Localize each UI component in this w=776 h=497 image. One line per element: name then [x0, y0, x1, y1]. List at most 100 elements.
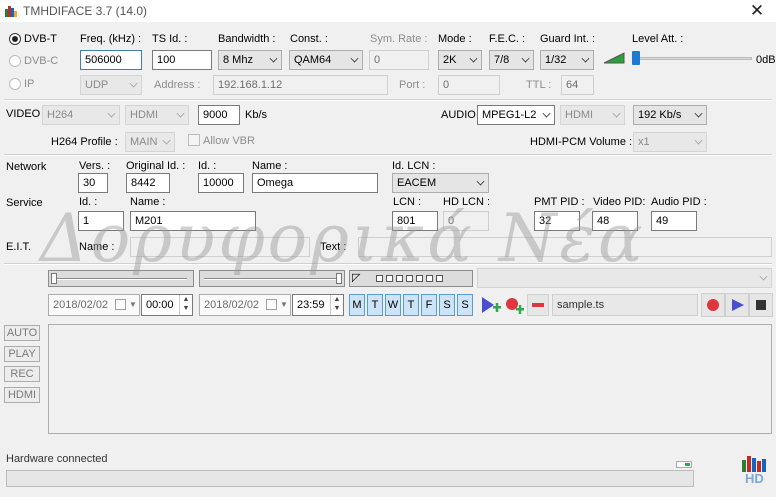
video-bitrate-input[interactable]: 9000: [198, 105, 240, 125]
lcn-input[interactable]: 801: [392, 211, 438, 231]
stop-icon: [756, 300, 766, 310]
freq-input[interactable]: 506000: [80, 50, 142, 70]
rec-button[interactable]: REC: [4, 366, 40, 382]
audio-pid-input[interactable]: 49: [651, 211, 697, 231]
eit-name-input[interactable]: [130, 237, 310, 257]
address-input[interactable]: 192.168.1.12: [213, 75, 388, 95]
log-area[interactable]: [48, 324, 772, 434]
service-name-input[interactable]: M201: [130, 211, 256, 231]
day-toggle-mon[interactable]: M: [349, 294, 365, 316]
record-add-icon: [506, 298, 524, 314]
hdmi-button[interactable]: HDMI: [4, 387, 40, 403]
auto-button[interactable]: AUTO: [4, 325, 40, 341]
calendar-checkbox[interactable]: [115, 299, 126, 310]
source-select[interactable]: [477, 268, 772, 288]
eit-label: E.I.T.: [6, 241, 32, 253]
mode-label: Mode :: [438, 33, 472, 45]
chevron-down-icon: [542, 109, 551, 118]
separator: [4, 99, 772, 101]
start-time-input[interactable]: 00:00 ▲ ▼: [141, 294, 193, 316]
day-toggle-thu[interactable]: T: [403, 294, 419, 316]
ttl-label: TTL :: [526, 79, 552, 91]
network-vers-input[interactable]: 30: [78, 173, 108, 193]
stop-button[interactable]: [749, 293, 773, 317]
day-toggle-sun[interactable]: S: [457, 294, 473, 316]
allow-vbr-checkbox[interactable]: [188, 134, 200, 146]
dvbt-radio[interactable]: [9, 33, 21, 45]
seek-slider[interactable]: [48, 270, 194, 287]
audio-bitrate-select[interactable]: 192 Kb/s: [633, 105, 707, 125]
hd-lcn-label: HD LCN :: [443, 196, 491, 208]
fec-select[interactable]: 7/8: [489, 50, 534, 70]
dvbt-label: DVB-T: [24, 33, 57, 45]
video-input-select[interactable]: HDMI: [125, 105, 189, 125]
close-icon[interactable]: ✕: [746, 2, 768, 20]
minus-icon: [532, 303, 544, 307]
guard-select[interactable]: 1/32: [540, 50, 594, 70]
day-toggle-wed[interactable]: W: [385, 294, 401, 316]
record-schedule-button[interactable]: [503, 294, 525, 316]
chevron-down-icon: [269, 54, 278, 63]
ip-radio[interactable]: [9, 78, 21, 90]
chevron-down-icon: [612, 109, 621, 118]
dvbc-radio[interactable]: [9, 55, 21, 67]
chevron-down-icon: [129, 79, 138, 88]
symrate-input[interactable]: 0: [369, 50, 429, 70]
h264-profile-select[interactable]: MAIN: [125, 132, 175, 152]
const-select[interactable]: QAM64: [289, 50, 363, 70]
ip-label: IP: [24, 78, 35, 90]
day-toggle-tue[interactable]: T: [367, 294, 383, 316]
pmt-pid-input[interactable]: 32: [534, 211, 580, 231]
hd-lcn-input[interactable]: 0: [443, 211, 489, 231]
port-input[interactable]: 0: [438, 75, 500, 95]
play-icon: [732, 299, 744, 311]
original-id-input[interactable]: 8442: [126, 173, 170, 193]
id-lcn-select[interactable]: EACEM: [392, 173, 489, 193]
chevron-down-icon[interactable]: ▼: [280, 299, 288, 310]
spinner-icon[interactable]: ▲ ▼: [330, 295, 343, 315]
mode-select[interactable]: 2K: [438, 50, 482, 70]
day-toggle-fri[interactable]: F: [421, 294, 437, 316]
play-button[interactable]: [725, 293, 749, 317]
add-schedule-button[interactable]: [480, 294, 502, 316]
ttl-input[interactable]: 64: [561, 75, 594, 95]
ip-proto-select[interactable]: UDP: [80, 75, 142, 95]
eit-name-label: Name :: [79, 241, 115, 253]
chevron-down-icon[interactable]: ▼: [129, 299, 137, 310]
bandwidth-select[interactable]: 8 Mhz: [218, 50, 282, 70]
hdmi-pcm-volume-label: HDMI-PCM Volume :: [530, 136, 633, 148]
level-slider-thumb[interactable]: [632, 51, 640, 65]
network-name-input[interactable]: Omega: [252, 173, 378, 193]
status-text: Hardware connected: [6, 453, 108, 465]
end-date-input[interactable]: 2018/02/02 ▼: [199, 294, 291, 316]
audio-input-select[interactable]: HDMI: [560, 105, 625, 125]
play-mode-button[interactable]: PLAY: [4, 346, 40, 362]
service-id-input[interactable]: 1: [78, 211, 124, 231]
range-thumb[interactable]: [336, 273, 342, 284]
hdmi-pcm-volume-select[interactable]: x1: [633, 132, 707, 152]
audio-codec-select[interactable]: MPEG1-L2: [477, 105, 555, 125]
guard-label: Guard Int. :: [540, 33, 596, 45]
video-codec-select[interactable]: H264: [42, 105, 120, 125]
network-id-label: Id. :: [198, 160, 217, 172]
range-slider[interactable]: [199, 270, 345, 287]
allow-vbr-label: Allow VBR: [203, 135, 255, 147]
tsid-input[interactable]: 100: [152, 50, 212, 70]
calendar-checkbox[interactable]: [266, 299, 277, 310]
seek-thumb[interactable]: [51, 273, 57, 284]
status-progress-bar: [6, 470, 694, 487]
network-id-input[interactable]: 10000: [198, 173, 244, 193]
start-date-input[interactable]: 2018/02/02 ▼: [48, 294, 140, 316]
day-toggle-sat[interactable]: S: [439, 294, 455, 316]
record-button[interactable]: [701, 293, 725, 317]
remove-schedule-button[interactable]: [527, 294, 549, 316]
end-time-input[interactable]: 23:59 ▲ ▼: [292, 294, 344, 316]
separator: [4, 154, 772, 156]
level-slider-track[interactable]: [632, 57, 752, 60]
signal-icon: [603, 52, 625, 64]
window-title: TMHDIFACE 3.7 (14.0): [23, 4, 148, 18]
spinner-icon[interactable]: ▲ ▼: [179, 295, 192, 315]
filename-input[interactable]: sample.ts: [552, 294, 698, 316]
video-pid-input[interactable]: 48: [592, 211, 638, 231]
eit-text-input[interactable]: [358, 237, 772, 257]
